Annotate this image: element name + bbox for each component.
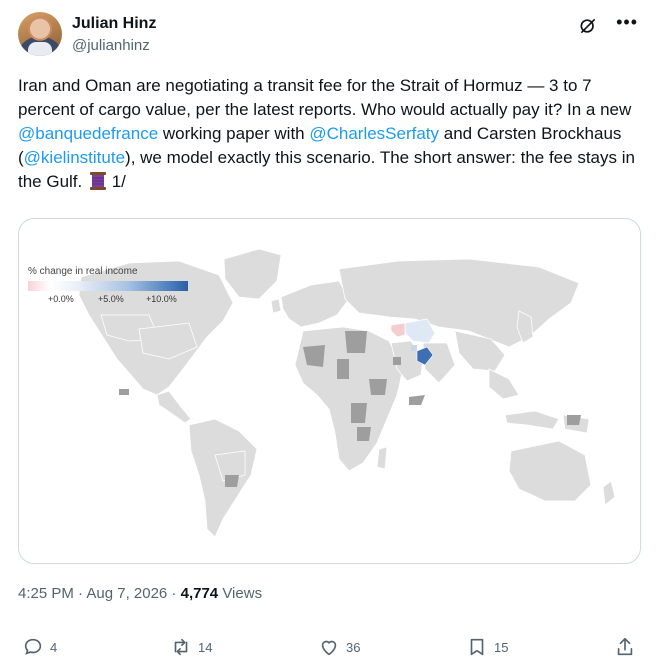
reply-icon bbox=[24, 638, 42, 655]
reply-button[interactable]: 4 bbox=[22, 636, 57, 658]
tweet-header: Julian Hinz @julianhinz ••• bbox=[18, 12, 640, 58]
views-label: Views bbox=[218, 585, 263, 602]
legend-title: % change in real income bbox=[28, 266, 138, 277]
more-options-icon[interactable]: ••• bbox=[616, 12, 638, 33]
share-icon bbox=[617, 637, 633, 656]
repost-count: 14 bbox=[198, 639, 213, 655]
action-bar: 4 14 36 15 bbox=[18, 636, 640, 662]
grok-icon[interactable] bbox=[578, 16, 598, 36]
share-button[interactable] bbox=[614, 636, 636, 658]
legend-tick: +5.0% bbox=[98, 294, 124, 304]
like-count: 36 bbox=[346, 639, 361, 655]
like-button[interactable]: 36 bbox=[318, 636, 360, 658]
author-handle[interactable]: @julianhinz bbox=[72, 37, 150, 54]
heart-icon bbox=[321, 640, 337, 656]
mention-charlesserfaty[interactable]: @CharlesSerfaty bbox=[309, 124, 439, 143]
mention-banquedefrance[interactable]: @banquedefrance bbox=[18, 124, 158, 143]
legend-tick: +10.0% bbox=[146, 294, 177, 304]
legend-color-bar bbox=[28, 281, 188, 291]
tweet-text: Iran and Oman are negotiating a transit … bbox=[18, 76, 635, 191]
bookmark-icon bbox=[470, 638, 484, 656]
timestamp[interactable]: 4:25 PM · Aug 7, 2026 · bbox=[18, 585, 181, 602]
tweet-meta: 4:25 PM · Aug 7, 2026 · 4,774 Views bbox=[18, 585, 262, 602]
reply-count: 4 bbox=[50, 639, 58, 655]
avatar[interactable] bbox=[18, 12, 62, 56]
repost-icon bbox=[174, 638, 188, 656]
legend-ticks: +0.0% +5.0% +10.0% bbox=[28, 294, 198, 308]
views-count: 4,774 bbox=[180, 585, 219, 602]
legend-tick: +0.0% bbox=[48, 294, 74, 304]
thread-spool-icon bbox=[89, 172, 106, 190]
bookmark-count: 15 bbox=[494, 639, 509, 655]
author-name[interactable]: Julian Hinz bbox=[72, 15, 156, 33]
bookmark-button[interactable]: 15 bbox=[466, 636, 508, 658]
map-legend: % change in real income +0.0% +5.0% +10.… bbox=[28, 266, 198, 308]
repost-button[interactable]: 14 bbox=[170, 636, 212, 658]
mention-kielinstitute[interactable]: @kielinstitute bbox=[24, 148, 125, 167]
